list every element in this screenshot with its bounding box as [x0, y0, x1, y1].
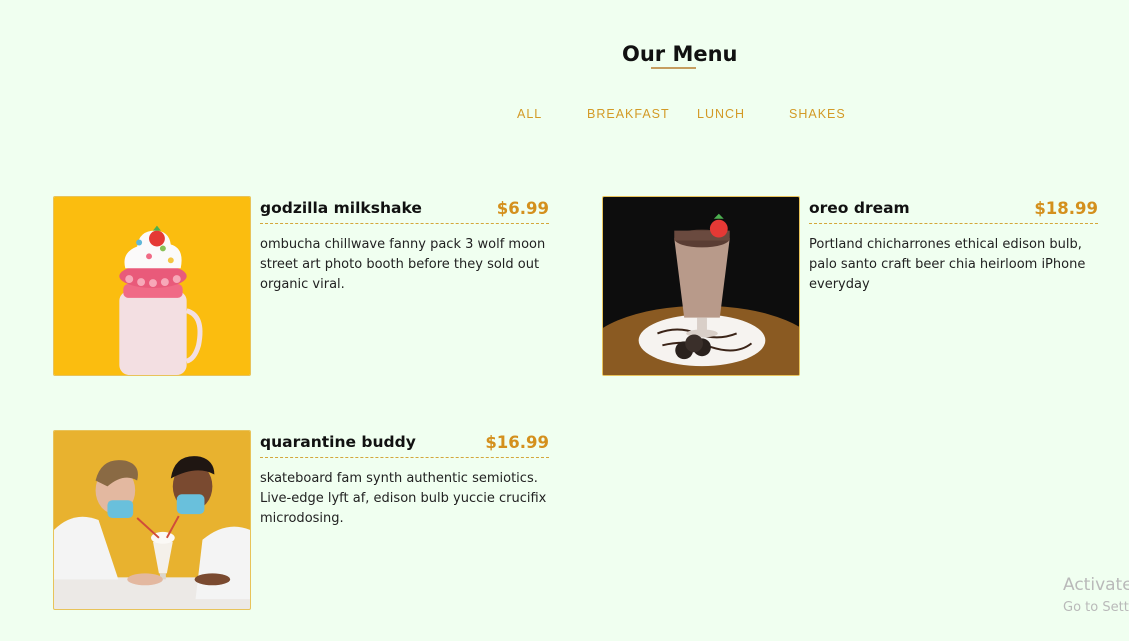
menu-item: quarantine buddy $16.99 skateboard fam s… — [53, 430, 549, 610]
item-description: Portland chicharrones ethical edison bul… — [809, 237, 1086, 292]
menu-item: godzilla milkshake $6.99 ombucha chillwa… — [53, 196, 549, 376]
filter-breakfast-button[interactable]: breakfast — [587, 107, 670, 121]
item-description: ombucha chillwave fanny pack 3 wolf moon… — [260, 237, 546, 292]
menu-item: oreo dream $18.99 Portland chicharrones … — [602, 196, 1098, 376]
item-price: $16.99 — [485, 433, 549, 452]
item-description: skateboard fam synth authentic semiotics… — [260, 471, 547, 526]
filter-shakes-button[interactable]: shakes — [789, 107, 846, 121]
item-name: quarantine buddy — [260, 433, 416, 451]
item-price: $18.99 — [1034, 199, 1098, 218]
item-name: godzilla milkshake — [260, 199, 422, 217]
filter-lunch-button[interactable]: lunch — [697, 107, 745, 121]
item-price: $6.99 — [496, 199, 549, 218]
couple-sharing-shake-photo — [53, 430, 251, 610]
activation-watermark-subtitle: Go to Sett — [1063, 600, 1129, 615]
title-underline — [651, 67, 696, 69]
page-title: Our Menu — [622, 42, 738, 66]
item-name: oreo dream — [809, 199, 910, 217]
oreo-shake-photo — [602, 196, 800, 376]
item-divider — [260, 457, 549, 458]
activation-watermark-title: Activate — [1063, 575, 1129, 595]
menu-page: Our Menu all breakfast lunch shakes — [0, 0, 1129, 641]
filter-all-button[interactable]: all — [517, 107, 542, 121]
milkshake-photo — [53, 196, 251, 376]
item-divider — [809, 223, 1098, 224]
item-divider — [260, 223, 549, 224]
